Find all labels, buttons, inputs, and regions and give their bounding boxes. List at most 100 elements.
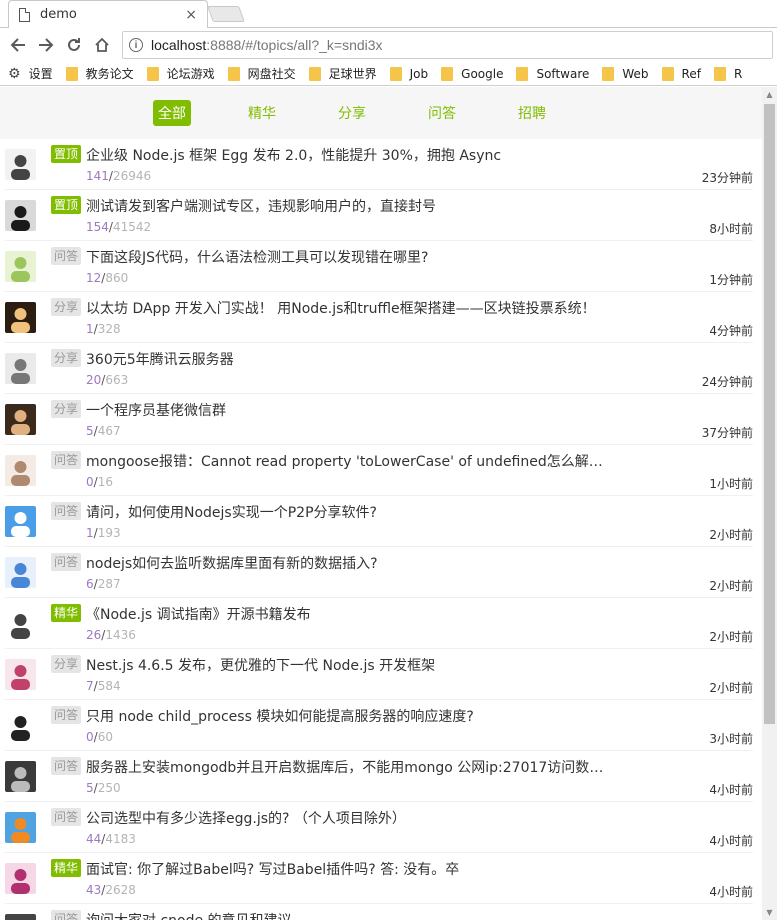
topic-row: 分享 以太坊 DApp 开发入门实战！ 用Node.js和truffle框架搭建—… [5,292,753,343]
topic-title-link[interactable]: 只用 node child_process 模块如何能提高服务器的响应速度? [86,706,474,726]
bookmark-item[interactable]: 论坛游戏 [146,65,215,82]
scroll-up-icon[interactable]: ▲ [762,87,777,102]
topic-row: 问答询问大家对 cnode 的意见和建议 [5,904,753,920]
bookmark-label: Ref [681,66,701,81]
topic-title-link[interactable]: 面试官: 你了解过Babel吗? 写过Babel插件吗? 答: 没有。卒 [86,859,459,879]
topic-title-link[interactable]: nodejs如何去监听数据库里面有新的数据插入? [86,553,378,573]
bookmark-label: 设置 [28,67,53,81]
last-reply-time: 23分钟前 [701,171,753,185]
avatar[interactable] [5,251,36,282]
reply-count: 1 [86,526,94,540]
bookmark-label: 足球世界 [328,67,377,81]
avatar[interactable] [5,506,36,537]
avatar[interactable] [5,710,36,741]
vertical-scrollbar[interactable]: ▲ ▼ [762,87,777,920]
back-arrow-icon[interactable] [4,31,32,59]
topic-count: 1/328 [86,322,121,336]
browser-tab[interactable]: demo × [8,0,208,28]
reply-count: 154 [86,220,109,234]
tab-2[interactable]: 分享 [333,100,371,126]
new-tab-button[interactable] [207,6,245,22]
topic-title-link[interactable]: 一个程序员基佬微信群 [86,400,226,420]
avatar[interactable] [5,404,36,435]
avatar[interactable] [5,455,36,486]
topic-tag: 精华 [51,604,82,622]
topic-tag: 置顶 [51,196,82,214]
topic-title-link[interactable]: 下面这段JS代码，什么语法检测工具可以发现错在哪里? [86,247,428,267]
topic-title-link[interactable]: 询问大家对 cnode 的意见和建议 [86,910,292,920]
topic-title-link[interactable]: 以太坊 DApp 开发入门实战！ 用Node.js和truffle框架搭建——区… [86,298,596,318]
tab-0[interactable]: 全部 [153,100,191,126]
info-icon[interactable]: i [129,38,143,52]
topic-tag: 问答 [51,808,82,826]
tab-3[interactable]: 问答 [423,100,461,126]
home-icon[interactable] [88,31,116,59]
bookmark-item[interactable]: Software [516,66,590,81]
topic-row: 分享 Nest.js 4.6.5 发布，更优雅的下一代 Node.js 开发框架 7… [5,649,753,700]
topic-title-link[interactable]: 请问，如何使用Nodejs实现一个P2P分享软件? [86,502,377,522]
document-icon [19,7,30,22]
bookmark-item[interactable]: R [713,66,742,81]
tab-4[interactable]: 招聘 [513,100,551,126]
visit-count: 4183 [105,832,136,846]
browser-toolbar: i localhost:8888/#/topics/all?_k=sndi3x [0,28,777,62]
topic-title-link[interactable]: 公司选型中有多少选择egg.js的? （个人项目除外） [86,808,406,828]
topic-title-link[interactable]: 360元5年腾讯云服务器 [86,349,234,369]
last-reply-time: 2小时前 [709,528,753,542]
avatar[interactable] [5,557,36,588]
scrollbar-thumb[interactable] [764,104,775,724]
bookmark-label: Software [536,66,590,81]
folder-icon [713,66,726,81]
bookmark-item[interactable]: Google [441,66,503,81]
avatar[interactable] [5,659,36,690]
folder-icon [661,66,674,81]
topic-title-link[interactable]: 《Node.js 调试指南》开源书籍发布 [86,604,311,624]
avatar[interactable] [5,608,36,639]
topic-count: 7/584 [86,679,121,693]
reply-count: 43 [86,883,102,897]
browser-tabstrip: demo × [0,0,777,28]
topic-count: 44/4183 [86,832,136,846]
avatar[interactable] [5,353,36,384]
bookmark-item[interactable]: 足球世界 [308,65,377,82]
folder-icon [602,66,615,81]
close-tab-icon[interactable]: × [185,7,197,23]
bookmarks-bar: ⚙ 设置 教务论文 论坛游戏 网盘社交 足球世界 Job Google Software Web R… [0,62,777,86]
topic-title-link[interactable]: 测试请发到客户端测试专区，违规影响用户的，直接封号 [86,196,436,216]
bookmark-item[interactable]: Web [602,66,649,81]
avatar[interactable] [5,761,36,792]
avatar[interactable] [5,200,36,231]
avatar[interactable] [5,302,36,333]
visit-count: 60 [97,730,113,744]
bookmark-item[interactable]: ⚙ 设置 [8,65,53,82]
tab-1[interactable]: 精华 [243,100,281,126]
bookmark-item[interactable]: 网盘社交 [227,65,296,82]
bookmark-item[interactable]: Ref [661,66,701,81]
forward-arrow-icon[interactable] [32,31,60,59]
bookmark-item[interactable]: Job [389,66,429,81]
visit-count: 26946 [112,169,152,183]
bookmark-item[interactable]: 教务论文 [65,65,134,82]
visit-count: 328 [97,322,121,336]
topic-tag: 问答 [51,553,82,571]
topic-count: 5/250 [86,781,121,795]
reload-icon[interactable] [60,31,88,59]
topic-count: 141/26946 [86,169,151,183]
bookmark-label: Job [409,66,429,81]
topic-title-link[interactable]: mongoose报错：Cannot read property 'toLower… [86,451,606,471]
visit-count: 584 [97,679,121,693]
topic-title-link[interactable]: 企业级 Node.js 框架 Egg 发布 2.0，性能提升 30%，拥抱 As… [86,145,501,165]
visit-count: 467 [97,424,121,438]
address-bar[interactable]: i localhost:8888/#/topics/all?_k=sndi3x [122,31,773,59]
topic-title-link[interactable]: Nest.js 4.6.5 发布，更优雅的下一代 Node.js 开发框架 [86,655,435,675]
visit-count: 250 [97,781,121,795]
avatar[interactable] [5,863,36,894]
topic-tag: 分享 [51,400,82,418]
avatar[interactable] [5,812,36,843]
reply-count: 0 [86,730,94,744]
topic-title-link[interactable]: 服务器上安装mongodb并且开启数据库后，不能用mongo 公网ip:2701… [86,757,606,777]
avatar[interactable] [5,914,36,920]
url-host: localhost [151,37,207,53]
scroll-down-icon[interactable]: ▼ [762,905,777,920]
avatar[interactable] [5,149,36,180]
